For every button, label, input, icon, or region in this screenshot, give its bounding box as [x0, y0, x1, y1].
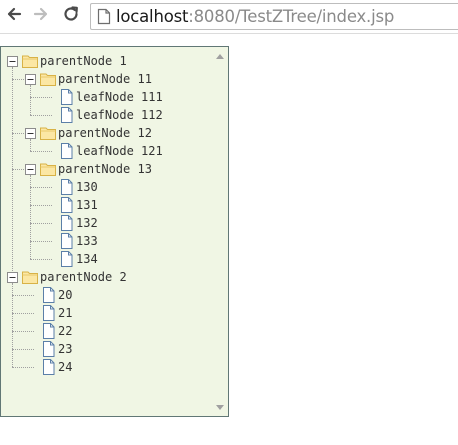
- tree-connector-line: [12, 79, 24, 80]
- folder-icon: [40, 71, 56, 87]
- collapse-toggle-icon[interactable]: [25, 163, 36, 175]
- scroll-down-icon[interactable]: [211, 401, 228, 413]
- tree-node-label[interactable]: 22: [58, 324, 72, 338]
- document-icon: [58, 197, 74, 213]
- collapse-toggle-icon[interactable]: [7, 271, 18, 283]
- tree-node-label[interactable]: 134: [76, 252, 98, 266]
- tree-connector-line: [12, 169, 24, 170]
- tree-folder-node[interactable]: parentNode 12: [25, 125, 152, 141]
- tree-folder-node[interactable]: parentNode 13: [25, 161, 152, 177]
- tree-leaf-node[interactable]: 20: [40, 287, 72, 303]
- tree-connector-line: [30, 151, 52, 152]
- document-icon: [40, 323, 56, 339]
- tree-folder-node[interactable]: parentNode 1: [7, 53, 127, 69]
- tree-node-label[interactable]: parentNode 13: [58, 162, 152, 176]
- tree-connector-line: [12, 367, 34, 368]
- vertical-scrollbar[interactable]: [211, 47, 228, 416]
- collapse-toggle-icon[interactable]: [7, 55, 18, 67]
- tree-leaf-node[interactable]: leafNode 112: [58, 107, 163, 123]
- reload-icon: [62, 5, 80, 27]
- scroll-up-icon[interactable]: [211, 50, 228, 62]
- tree-node-label[interactable]: 20: [58, 288, 72, 302]
- tree-node-label[interactable]: 24: [58, 360, 72, 374]
- document-icon: [40, 359, 56, 375]
- tree-node-label[interactable]: 133: [76, 234, 98, 248]
- tree-node-label[interactable]: 130: [76, 180, 98, 194]
- arrow-left-icon: [6, 6, 22, 26]
- tree-connector-line: [12, 133, 24, 134]
- back-button[interactable]: [3, 5, 25, 27]
- tree-leaf-node[interactable]: leafNode 121: [58, 143, 163, 159]
- forward-button[interactable]: [30, 5, 52, 27]
- tree-leaf-node[interactable]: 23: [40, 341, 72, 357]
- tree-connector-line: [12, 349, 34, 350]
- tree-leaf-node[interactable]: 24: [40, 359, 72, 375]
- document-icon: [58, 251, 74, 267]
- arrow-right-icon: [33, 6, 49, 26]
- tree-folder-node[interactable]: parentNode 2: [7, 269, 127, 285]
- document-icon: [40, 305, 56, 321]
- tree-node-label[interactable]: leafNode 121: [76, 144, 163, 158]
- tree-leaf-node[interactable]: 130: [58, 179, 98, 195]
- tree-connector-line: [30, 115, 52, 116]
- url-path: :8080/TestZTree/index.jsp: [188, 7, 395, 26]
- tree-node-label[interactable]: 21: [58, 306, 72, 320]
- tree-connector-line: [30, 259, 52, 260]
- collapse-toggle-icon[interactable]: [25, 73, 36, 85]
- tree-node-label[interactable]: parentNode 2: [40, 270, 127, 284]
- document-icon: [58, 107, 74, 123]
- tree-leaf-node[interactable]: 134: [58, 251, 98, 267]
- tree-connector-line: [30, 97, 52, 98]
- tree-leaf-node[interactable]: 21: [40, 305, 72, 321]
- tree-node-label[interactable]: 132: [76, 216, 98, 230]
- document-icon: [58, 233, 74, 249]
- tree-connector-line: [30, 223, 52, 224]
- document-icon: [58, 215, 74, 231]
- folder-icon: [22, 269, 38, 285]
- tree-leaf-node[interactable]: 22: [40, 323, 72, 339]
- browser-toolbar: localhost:8080/TestZTree/index.jsp: [0, 0, 458, 34]
- url-text: localhost:8080/TestZTree/index.jsp: [116, 7, 394, 26]
- tree-connector-line: [30, 85, 31, 115]
- collapse-toggle-icon[interactable]: [25, 127, 36, 139]
- tree-leaf-node[interactable]: 133: [58, 233, 98, 249]
- document-icon: [58, 179, 74, 195]
- page-icon: [96, 8, 112, 26]
- tree-connector-line: [12, 313, 34, 314]
- tree-connector-line: [30, 241, 52, 242]
- tree-node-label[interactable]: leafNode 112: [76, 108, 163, 122]
- document-icon: [58, 143, 74, 159]
- tree-node-label[interactable]: 23: [58, 342, 72, 356]
- tree-leaf-node[interactable]: 131: [58, 197, 98, 213]
- tree-connector-line: [30, 205, 52, 206]
- tree-leaf-node[interactable]: leafNode 111: [58, 89, 163, 105]
- folder-icon: [22, 53, 38, 69]
- tree-panel[interactable]: parentNode 1 parentNode 11 leafNode 111 lea…: [0, 46, 229, 417]
- tree-node-label[interactable]: parentNode 1: [40, 54, 127, 68]
- document-icon: [58, 89, 74, 105]
- tree-node-label[interactable]: parentNode 12: [58, 126, 152, 140]
- address-bar[interactable]: localhost:8080/TestZTree/index.jsp: [90, 3, 458, 30]
- folder-icon: [40, 125, 56, 141]
- tree-connector-line: [30, 187, 52, 188]
- url-host: localhost: [116, 7, 189, 26]
- tree-folder-node[interactable]: parentNode 11: [25, 71, 152, 87]
- tree-leaf-node[interactable]: 132: [58, 215, 98, 231]
- reload-button[interactable]: [60, 5, 82, 27]
- tree-connector-line: [12, 331, 34, 332]
- tree-node-label[interactable]: 131: [76, 198, 98, 212]
- document-icon: [40, 287, 56, 303]
- folder-icon: [40, 161, 56, 177]
- document-icon: [40, 341, 56, 357]
- tree-node-label[interactable]: leafNode 111: [76, 90, 163, 104]
- tree-node-label[interactable]: parentNode 11: [58, 72, 152, 86]
- tree-connector-line: [12, 295, 34, 296]
